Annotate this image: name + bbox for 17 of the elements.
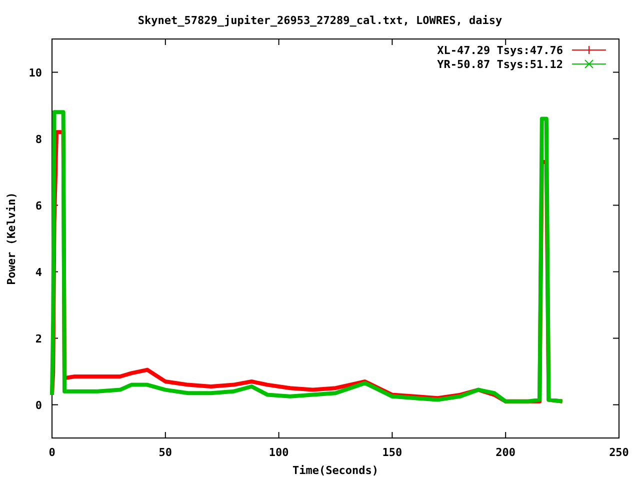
y-tick-label: 2	[35, 332, 42, 346]
x-axis-label: Time(Seconds)	[292, 464, 379, 477]
y-tick-label: 0	[35, 398, 42, 412]
x-tick-label: 50	[158, 446, 172, 459]
x-tick-label: 150	[382, 446, 402, 459]
y-axis-label: Power (Kelvin)	[5, 192, 18, 285]
x-tick-label: 250	[609, 446, 629, 459]
y-tick-label: 10	[28, 66, 42, 80]
chart-title: Skynet_57829_jupiter_26953_27289_cal.txt, LOWRES, daisy	[138, 14, 502, 27]
x-tick-label: 0	[48, 446, 56, 459]
y-tick-label: 6	[35, 199, 42, 212]
y-tick-label: 4	[35, 266, 42, 279]
legend-label: XL-47.29 Tsys:47.76	[437, 44, 563, 57]
legend-label: YR-50.87 Tsys:51.12	[437, 58, 563, 71]
x-tick-label: 200	[496, 446, 516, 459]
y-tick-label: 8	[35, 132, 42, 146]
x-tick-label: 100	[268, 446, 289, 459]
